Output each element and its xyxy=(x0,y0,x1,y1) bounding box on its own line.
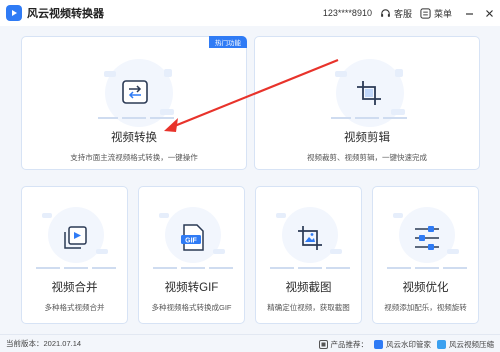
separator xyxy=(298,267,322,269)
card-title: 视频截图 xyxy=(285,282,332,294)
customer-service-label: 客服 xyxy=(393,8,412,19)
video-screenshot-card[interactable]: 视频截图 精确定位视频，获取截图 xyxy=(255,186,362,324)
separator xyxy=(153,267,177,269)
separator xyxy=(122,117,146,119)
separator xyxy=(387,267,411,269)
screenshot-icon xyxy=(296,224,324,257)
video-merge-icon xyxy=(62,225,88,256)
card-title: 视频优化 xyxy=(402,282,449,294)
recommend-label: 产品推荐： xyxy=(318,339,369,350)
minimize-icon xyxy=(465,12,473,15)
gif-icon: GIF xyxy=(179,223,207,258)
customer-service-button[interactable]: 客服 xyxy=(380,7,412,20)
separator xyxy=(355,117,379,119)
product-name: 风云视频压缩 xyxy=(449,339,494,349)
video-convert-card[interactable]: 热门功能 视频转换 支持市面主流视频格式转换，一键操作 xyxy=(21,36,247,170)
separator xyxy=(383,117,407,119)
separator xyxy=(64,267,88,269)
separator xyxy=(326,267,350,269)
crop-icon xyxy=(355,79,383,112)
menu-button[interactable]: 菜单 xyxy=(420,7,452,20)
app-logo-icon xyxy=(6,5,22,21)
title-bar: 风云视频转换器 123****8910 客服 菜单 xyxy=(0,0,500,26)
separator xyxy=(415,267,439,269)
menu-icon xyxy=(420,7,431,19)
separator xyxy=(443,267,467,269)
compress-app-icon xyxy=(437,339,446,349)
close-icon xyxy=(485,9,493,17)
user-account[interactable]: 123****8910 xyxy=(323,8,372,18)
card-title: 视频合并 xyxy=(51,282,98,294)
separator xyxy=(331,117,351,119)
gif-icon-text: GIF xyxy=(185,237,197,244)
card-title: 视频剪辑 xyxy=(344,132,390,144)
card-description: 精确定位视频，获取截图 xyxy=(267,303,350,312)
separator xyxy=(92,267,116,269)
product-recommend: 产品推荐： 风云水印管家 风云视频压缩 xyxy=(318,335,500,352)
sliders-icon xyxy=(413,225,441,256)
product-link-watermark[interactable]: 风云水印管家 xyxy=(374,339,431,350)
product-name: 风云水印管家 xyxy=(386,339,431,349)
headset-icon xyxy=(381,8,390,17)
close-button[interactable] xyxy=(480,0,498,26)
card-description: 视频添加配乐，视频旋转 xyxy=(384,303,467,312)
product-link-compress[interactable]: 风云视频压缩 xyxy=(437,339,494,350)
video-to-gif-card[interactable]: GIF 视频转GIF 多种视频格式转换成GIF xyxy=(138,186,245,324)
separator xyxy=(209,267,233,269)
card-description: 多种视频格式转换成GIF xyxy=(151,303,232,312)
version-text: 当前版本：2021.07.14 xyxy=(6,339,82,348)
app-title: 风云视频转换器 xyxy=(27,8,104,20)
card-description: 多种格式视频合并 xyxy=(44,303,105,312)
card-description: 视频裁剪、视频剪辑，一键快速完成 xyxy=(307,153,427,162)
separator xyxy=(270,267,294,269)
video-optimize-card[interactable]: 视频优化 视频添加配乐，视频旋转 xyxy=(372,186,479,324)
minimize-button[interactable] xyxy=(460,0,478,26)
product-icon xyxy=(318,339,328,349)
card-description: 支持市面主流视频格式转换，一键操作 xyxy=(70,153,198,162)
card-title: 视频转换 xyxy=(111,132,157,144)
watermark-app-icon xyxy=(374,339,383,349)
card-title: 视频转GIF xyxy=(164,282,219,294)
separator xyxy=(36,267,60,269)
status-bar: 当前版本：2021.07.14 产品推荐： 风云水印管家 风云视频压缩 xyxy=(0,334,500,352)
video-edit-card[interactable]: 视频剪辑 视频裁剪、视频剪辑，一键快速完成 xyxy=(254,36,480,170)
separator xyxy=(181,267,205,269)
hot-feature-badge: 热门功能 xyxy=(209,36,247,48)
recommend-label-text: 产品推荐： xyxy=(330,339,369,349)
menu-label: 菜单 xyxy=(433,8,452,19)
separator xyxy=(150,117,174,119)
convert-icon xyxy=(120,77,150,112)
separator xyxy=(98,117,118,119)
video-merge-card[interactable]: 视频合并 多种格式视频合并 xyxy=(21,186,128,324)
